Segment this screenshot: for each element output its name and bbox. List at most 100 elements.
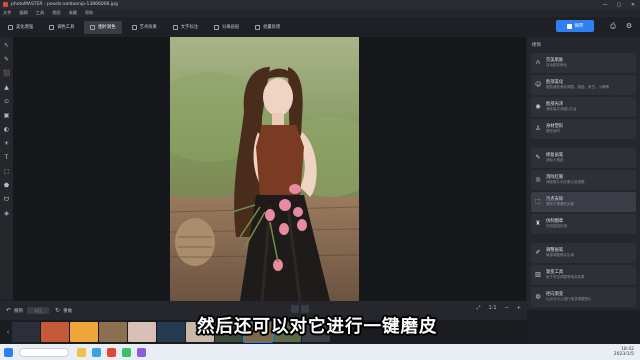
crop-tool-icon[interactable]: ▣	[3, 112, 10, 119]
maximize-button[interactable]: ▢	[612, 2, 626, 8]
tool-gradient[interactable]: ▥ 渐变工具 用于天空调整等渐变效果	[531, 265, 636, 285]
selection-tool-icon[interactable]: ⬚	[3, 168, 10, 175]
tool-radial-gradient[interactable]: ◍ 径向渐变 以点为中心进行渐变调整照片	[531, 287, 636, 307]
save-label: 保存	[574, 24, 584, 29]
art-icon	[131, 24, 137, 30]
clock-date: 2023/1/5	[613, 352, 634, 357]
filmstrip-thumb[interactable]	[70, 322, 98, 342]
tab-color[interactable]: 调色工具	[43, 21, 80, 34]
view-mode-buttons	[291, 305, 311, 313]
tab-text[interactable]: 文字标注	[167, 21, 204, 34]
menu-file[interactable]: 文件	[3, 10, 11, 16]
tool-perfect-skin[interactable]: ∩ 完美肌肤 自动肌肤美化	[531, 53, 636, 73]
compare-button[interactable]: 对比	[27, 307, 50, 314]
menu-help[interactable]: 帮助	[85, 10, 93, 16]
tab-label: 图片润色	[98, 25, 116, 30]
minimize-button[interactable]: —	[598, 2, 612, 8]
zoom-out-button[interactable]: −	[505, 305, 509, 311]
gear-icon[interactable]: ⚙	[624, 21, 634, 31]
menu-bar: 文件 编辑 工具 视图 收藏 帮助	[0, 9, 640, 17]
save-button[interactable]: 保存	[556, 20, 594, 32]
gloss-icon: ◉	[535, 103, 541, 110]
start-menu-icon[interactable]	[4, 347, 13, 357]
tab-art[interactable]: 艺术效果	[126, 21, 163, 34]
tab-retouch[interactable]: 图片润色	[84, 20, 122, 34]
shape-tool-icon[interactable]: ◈	[3, 210, 10, 217]
brush-tool-icon[interactable]: ✎	[3, 56, 10, 63]
view-split-button[interactable]	[301, 305, 309, 313]
os-taskbar: 18:42 2023/1/5	[0, 344, 640, 360]
photo-app-icon[interactable]	[107, 347, 116, 357]
save-icon	[566, 23, 572, 29]
redo-button[interactable]: ↻ 重做	[55, 307, 72, 314]
tool-red-eye[interactable]: ◎ 消除红眼 消除照片中红眼以及猫眼	[531, 170, 636, 190]
printer-icon[interactable]: ⎙	[608, 21, 618, 31]
tool-healing-brush[interactable]: ✎ 修复画笔 消除小瑕疵	[531, 148, 636, 168]
app-logo-icon	[3, 2, 8, 7]
tool-adjust-brush[interactable]: ✐ 调整画笔 局部调整照片区域	[531, 243, 636, 263]
fit-screen-icon[interactable]: ⤢	[477, 305, 481, 311]
tool-desc: 局部调整照片区域	[546, 253, 574, 258]
tool-face-beautify[interactable]: ☺ 脸部美化 瘦脸瘦脸美化调整、瘦脸、美白、小眼睛	[531, 75, 636, 95]
light-tool-icon[interactable]: ☀	[3, 140, 10, 147]
menu-view[interactable]: 视图	[52, 10, 60, 16]
menu-favorites[interactable]: 收藏	[69, 10, 77, 16]
tool-clone-stamp[interactable]: ♜ 仿制图章 仿制复制区域	[531, 214, 636, 234]
window-title: photoMASTER - pexels-xoldaenip-13866006.…	[11, 2, 118, 7]
contrast-tool-icon[interactable]: ◐	[3, 126, 10, 133]
filmstrip-thumb[interactable]	[128, 322, 156, 342]
tab-enhance[interactable]: 美化增强	[2, 21, 39, 34]
tab-label: 美化增强	[16, 25, 34, 30]
filmstrip-thumb[interactable]	[41, 322, 69, 342]
tool-desc: 仿制复制区域	[546, 224, 567, 229]
eraser-icon: ⬚	[535, 198, 541, 205]
portrait-photo-art	[170, 37, 359, 301]
stamp-tool-icon[interactable]: ⬛	[3, 70, 10, 77]
brush-icon: ✎	[535, 154, 541, 161]
radial-icon: ◍	[535, 293, 541, 300]
menu-tools[interactable]: 工具	[36, 10, 44, 16]
view-single-button[interactable]	[291, 305, 299, 313]
palette-icon	[49, 24, 55, 30]
enhance-icon	[8, 24, 13, 30]
tool-face-gloss[interactable]: ◉ 脸部光泽 消除高光/阴影/去油	[531, 97, 636, 117]
magnet-tool-icon[interactable]: ᗢ	[3, 196, 10, 203]
portrait-photo	[170, 37, 359, 301]
target-tool-icon[interactable]: ⊙	[3, 98, 10, 105]
zoom-in-button[interactable]: +	[517, 305, 521, 311]
zoom-level[interactable]: 1:1	[489, 305, 497, 311]
tab-label: 艺术效果	[139, 25, 157, 30]
tool-body-shape[interactable]: ♙ 身材塑形 塑形身材	[531, 119, 636, 139]
media-app-icon[interactable]	[137, 347, 146, 357]
tab-label: 文字标注	[180, 25, 198, 30]
tool-desc: 塑形身材	[546, 129, 560, 134]
undo-button[interactable]: ↶ 撤销	[6, 307, 23, 314]
title-bar: photoMASTER - pexels-xoldaenip-13866006.…	[0, 0, 640, 9]
redo-icon: ↻	[55, 307, 61, 314]
taskbar-search-input[interactable]	[19, 347, 69, 357]
pencil-tool-icon[interactable]: ▲	[3, 84, 10, 91]
face-icon: ☺	[535, 81, 542, 88]
close-button[interactable]: ✕	[626, 2, 640, 8]
text-icon	[172, 24, 178, 30]
filmstrip-thumb[interactable]	[12, 322, 40, 342]
browser-icon[interactable]	[92, 347, 101, 357]
chevron-left-icon[interactable]: ‹	[4, 328, 12, 336]
menu-edit[interactable]: 编辑	[19, 10, 27, 16]
video-subtitle: 然后还可以对它进行一键磨皮	[197, 317, 438, 337]
tab-label: 调色工具	[57, 25, 75, 30]
fill-tool-icon[interactable]: ⬟	[3, 182, 10, 189]
tab-batch[interactable]: 批量处理	[249, 21, 286, 34]
text-tool-icon[interactable]: T	[3, 154, 10, 161]
filmstrip-thumb[interactable]	[99, 322, 127, 342]
pointer-tool-icon[interactable]: ↖	[3, 42, 10, 49]
tool-desc: 擦除不需要的对象	[546, 202, 574, 207]
batch-icon	[255, 24, 261, 30]
tool-desc: 自动肌肤美化	[546, 63, 567, 68]
tool-spot-removal[interactable]: ⬚ 污点去除 擦除不需要的对象	[531, 192, 636, 212]
tab-layers[interactable]: 分离画层	[208, 21, 245, 34]
file-explorer-icon[interactable]	[77, 347, 86, 357]
filmstrip-thumb[interactable]	[157, 322, 185, 342]
chat-app-icon[interactable]	[122, 347, 131, 357]
left-tool-column: ↖ ✎ ⬛ ▲ ⊙ ▣ ◐ ☀ T ⬚ ⬟ ᗢ ◈	[0, 37, 13, 300]
